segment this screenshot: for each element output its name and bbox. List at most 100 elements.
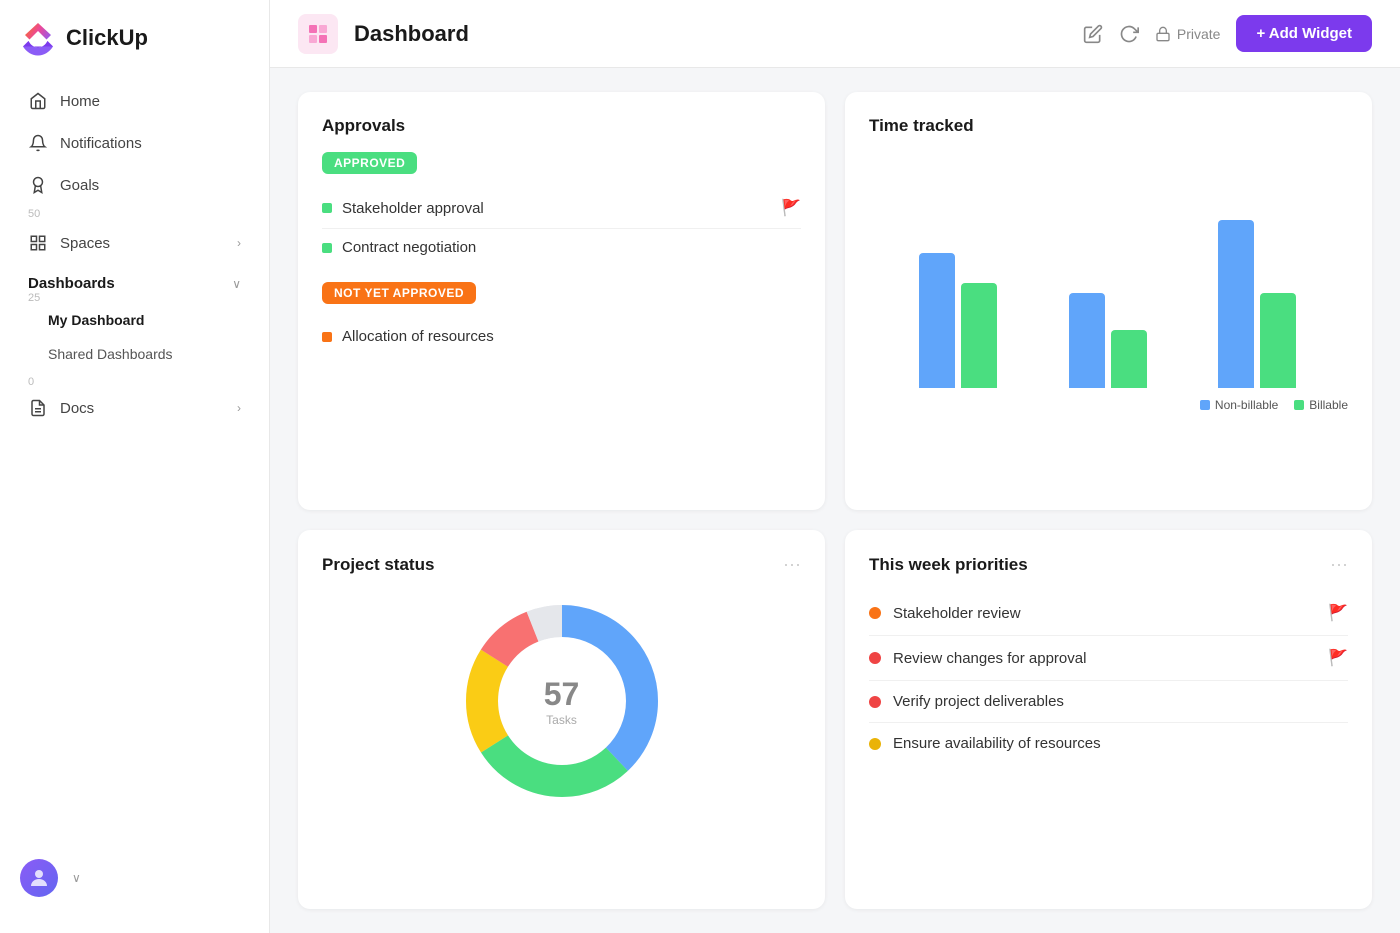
sidebar-item-my-dashboard-label: My Dashboard xyxy=(48,312,144,328)
bar-group-3 xyxy=(1218,220,1348,388)
sidebar-item-my-dashboard[interactable]: My Dashboard xyxy=(8,304,261,336)
sidebar-item-docs[interactable]: Docs › xyxy=(8,388,261,428)
sidebar-item-home-label: Home xyxy=(60,93,100,110)
priorities-header: This week priorities ··· xyxy=(869,554,1348,575)
refresh-button[interactable] xyxy=(1119,24,1139,44)
approval-dot-orange xyxy=(322,332,332,342)
approved-badge: APPROVED xyxy=(322,152,417,174)
legend-billable: Billable xyxy=(1294,398,1348,412)
project-status-title: Project status xyxy=(322,555,434,575)
project-status-menu[interactable]: ··· xyxy=(783,554,801,575)
approval-label-stakeholder: Stakeholder approval xyxy=(342,200,771,217)
priority-item-4: Ensure availability of resources xyxy=(869,723,1348,764)
bar-group-2 xyxy=(1069,293,1199,388)
chevron-right-icon-docs: › xyxy=(237,401,241,415)
priority-item-2: Review changes for approval 🚩 xyxy=(869,636,1348,681)
bar-blue-3 xyxy=(1218,220,1254,388)
edit-button[interactable] xyxy=(1083,24,1103,44)
donut-number: 57 xyxy=(544,676,580,713)
time-tracked-card: Time tracked 50 25 0 xyxy=(845,92,1372,510)
sidebar-item-shared-dashboards-label: Shared Dashboards xyxy=(48,346,173,362)
project-status-card: Project status ··· xyxy=(298,530,825,909)
app-name: ClickUp xyxy=(66,25,148,51)
priorities-card: This week priorities ··· Stakeholder rev… xyxy=(845,530,1372,909)
approval-item-contract: Contract negotiation xyxy=(322,229,801,266)
logo: ClickUp xyxy=(0,20,269,80)
main-content: Dashboard Private + Add Widget Approvals… xyxy=(270,0,1400,933)
grid-icon xyxy=(306,22,330,46)
sidebar-item-shared-dashboards[interactable]: Shared Dashboards xyxy=(8,338,261,370)
sidebar-item-spaces[interactable]: Spaces › xyxy=(8,223,261,263)
priority-dot-3 xyxy=(869,696,881,708)
clickup-logo-icon xyxy=(20,20,56,56)
bar-group-1 xyxy=(919,253,1049,388)
approval-label-allocation: Allocation of resources xyxy=(342,328,801,345)
priorities-menu[interactable]: ··· xyxy=(1330,554,1348,575)
lock-icon xyxy=(1155,26,1171,42)
legend-label-billable: Billable xyxy=(1309,398,1348,412)
approved-items-list: Stakeholder approval 🚩 Contract negotiat… xyxy=(322,188,801,266)
add-widget-button[interactable]: + Add Widget xyxy=(1236,15,1372,52)
legend-dot-blue xyxy=(1200,400,1210,410)
sidebar-bottom: ∨ xyxy=(0,843,269,913)
priority-dot-1 xyxy=(869,607,881,619)
priority-dot-2 xyxy=(869,652,881,664)
project-status-header: Project status ··· xyxy=(322,554,801,575)
trophy-icon xyxy=(28,175,48,195)
priorities-title: This week priorities xyxy=(869,555,1028,575)
dashboard-header-icon xyxy=(298,14,338,54)
bar-chart xyxy=(899,208,1348,388)
privacy-indicator: Private xyxy=(1155,26,1221,42)
legend-dot-green xyxy=(1294,400,1304,410)
sidebar-item-home[interactable]: Home xyxy=(8,81,261,121)
priority-label-2: Review changes for approval xyxy=(893,650,1316,667)
bar-green-1 xyxy=(961,283,997,388)
not-approved-badge: NOT YET APPROVED xyxy=(322,282,476,304)
sidebar-item-notifications[interactable]: Notifications xyxy=(8,123,261,163)
home-icon xyxy=(28,91,48,111)
approval-label-contract: Contract negotiation xyxy=(342,239,801,256)
sidebar-item-docs-label: Docs xyxy=(60,400,94,417)
bar-green-2 xyxy=(1111,330,1147,388)
header-actions: Private + Add Widget xyxy=(1083,15,1372,52)
priority-dot-4 xyxy=(869,738,881,750)
approvals-card-title: Approvals xyxy=(322,116,801,136)
header: Dashboard Private + Add Widget xyxy=(270,0,1400,68)
priority-flag-1: 🚩 xyxy=(1328,603,1348,623)
approval-item-stakeholder: Stakeholder approval 🚩 xyxy=(322,188,801,229)
avatar-chevron-icon[interactable]: ∨ xyxy=(72,871,81,885)
approval-dot-green-1 xyxy=(322,203,332,213)
priority-label-1: Stakeholder review xyxy=(893,605,1316,622)
approvals-card: Approvals APPROVED Stakeholder approval … xyxy=(298,92,825,510)
sidebar-item-dashboards[interactable]: Dashboards ∨ xyxy=(8,265,261,302)
chevron-right-icon: › xyxy=(237,236,241,250)
priority-flag-2: 🚩 xyxy=(1328,648,1348,668)
bar-chart-area: 50 25 0 xyxy=(869,152,1348,412)
bell-icon xyxy=(28,133,48,153)
page-title: Dashboard xyxy=(354,21,1067,47)
priority-label-4: Ensure availability of resources xyxy=(893,735,1348,752)
chart-legend: Non-billable Billable xyxy=(869,398,1348,412)
docs-icon xyxy=(28,398,48,418)
priority-item-1: Stakeholder review 🚩 xyxy=(869,591,1348,636)
sidebar-item-goals-label: Goals xyxy=(60,177,99,194)
privacy-label: Private xyxy=(1177,26,1221,42)
approval-item-allocation: Allocation of resources xyxy=(322,318,801,355)
donut-chart-container: 57 Tasks xyxy=(322,591,801,811)
approval-dot-green-2 xyxy=(322,243,332,253)
not-approved-items-list: Allocation of resources xyxy=(322,318,801,355)
sidebar: ClickUp Home Notifications Goals Spaces … xyxy=(0,0,270,933)
donut-label: Tasks xyxy=(544,713,580,727)
priority-label-3: Verify project deliverables xyxy=(893,693,1348,710)
donut-center-text: 57 Tasks xyxy=(544,676,580,727)
bar-blue-1 xyxy=(919,253,955,388)
bar-green-3 xyxy=(1260,293,1296,388)
chevron-down-icon: ∨ xyxy=(232,277,241,291)
sidebar-item-notifications-label: Notifications xyxy=(60,135,142,152)
content-grid: Approvals APPROVED Stakeholder approval … xyxy=(270,68,1400,933)
sidebar-item-goals[interactable]: Goals xyxy=(8,165,261,205)
sidebar-item-spaces-label: Spaces xyxy=(60,235,110,252)
flag-icon-1: 🚩 xyxy=(781,198,801,218)
sidebar-item-dashboards-label: Dashboards xyxy=(28,275,115,292)
user-avatar[interactable] xyxy=(20,859,58,897)
